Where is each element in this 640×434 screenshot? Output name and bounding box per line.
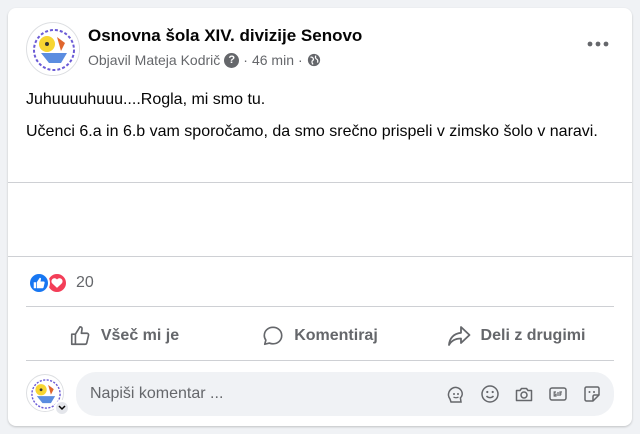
comment-tools xyxy=(446,384,602,404)
photo-button[interactable] xyxy=(514,384,534,404)
meta-separator: · xyxy=(297,52,303,68)
emoji-icon xyxy=(481,385,499,403)
meta-separator: · xyxy=(243,52,248,68)
gif-button[interactable] xyxy=(548,384,568,404)
post-card: Osnovna šola XIV. divizije Senovo Objavi… xyxy=(8,8,632,426)
sticker-avatar-icon xyxy=(447,386,463,403)
comment-composer xyxy=(76,372,614,416)
like-button[interactable]: Všeč mi je xyxy=(26,316,222,356)
post-text: Juhuuuuhuuu....Rogla, mi smo tu. Učenci … xyxy=(26,88,614,152)
comment-input[interactable] xyxy=(90,385,446,403)
commenter-avatar-button[interactable] xyxy=(26,374,70,416)
like-label: Všeč mi je xyxy=(100,327,180,344)
chevron-down-icon xyxy=(54,400,70,416)
page-avatar[interactable] xyxy=(26,22,80,76)
post-header: Osnovna šola XIV. divizije Senovo Objavi… xyxy=(26,22,616,76)
reaction-count[interactable]: 20 xyxy=(76,274,94,292)
camera-icon xyxy=(515,387,533,402)
globe-icon[interactable] xyxy=(307,53,321,67)
sticker-button[interactable] xyxy=(582,384,602,404)
divider xyxy=(8,182,632,183)
sticker-icon xyxy=(584,386,600,402)
author-line[interactable]: Objavil Mateja Kodrič xyxy=(88,52,220,68)
post-text-line: Učenci 6.a in 6.b vam sporočamo, da smo … xyxy=(26,123,598,140)
post-meta: Objavil Mateja Kodrič ? · 46 min · xyxy=(88,52,321,68)
share-label: Deli z drugimi xyxy=(480,327,586,344)
divider xyxy=(26,360,614,361)
like-icon xyxy=(28,272,50,294)
thumbs-up-icon xyxy=(70,326,90,346)
gif-icon xyxy=(549,387,567,401)
comment-icon xyxy=(263,326,283,346)
school-logo-icon xyxy=(28,24,79,75)
comment-label: Komentiraj xyxy=(294,327,378,344)
post-text-line: Juhuuuuhuuu....Rogla, mi smo tu. xyxy=(26,91,266,108)
page-name[interactable]: Osnovna šola XIV. divizije Senovo xyxy=(88,26,362,46)
avatar-sticker-button[interactable] xyxy=(446,384,466,404)
divider xyxy=(26,306,614,307)
post-actions: Všeč mi je Komentiraj Deli z drugimi xyxy=(26,316,614,356)
more-options-button[interactable] xyxy=(580,32,616,56)
help-icon[interactable]: ? xyxy=(224,52,240,68)
emoji-button[interactable] xyxy=(480,384,500,404)
post-time[interactable]: 46 min xyxy=(252,52,294,68)
reactions-summary[interactable]: 20 xyxy=(28,272,94,294)
share-button[interactable]: Deli z drugimi xyxy=(418,316,614,356)
divider xyxy=(8,256,632,257)
more-icon xyxy=(587,41,609,47)
comment-button[interactable]: Komentiraj xyxy=(222,316,418,356)
share-icon xyxy=(447,326,470,346)
